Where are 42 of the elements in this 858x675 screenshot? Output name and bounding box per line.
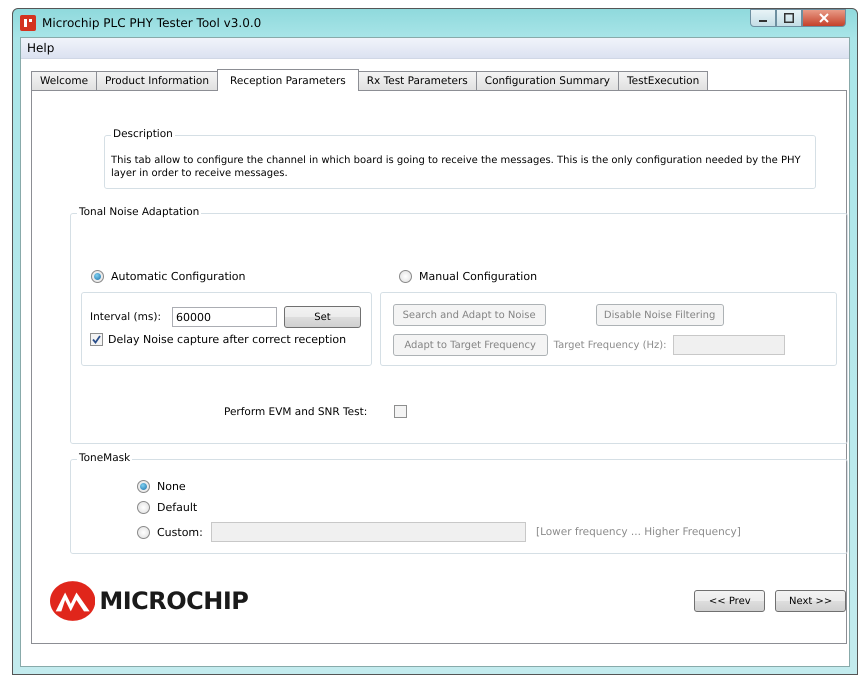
- checkbox[interactable]: [90, 333, 103, 346]
- checkbox-label: Perform EVM and SNR Test:: [224, 406, 368, 418]
- checkbox[interactable]: [394, 405, 407, 418]
- menu-item[interactable]: Help: [27, 41, 54, 55]
- field-label: Target Frequency (Hz):: [554, 340, 667, 350]
- group-title: Tonal Noise Adaptation: [77, 206, 202, 218]
- group-title: ToneMask: [77, 452, 132, 464]
- radio-label: Custom:: [157, 526, 203, 538]
- close-icon: [819, 13, 829, 23]
- radio-label: Manual Configuration: [419, 270, 538, 283]
- set-button[interactable]: Set: [284, 306, 361, 328]
- checkbox-label: Delay Noise capture after correct reception: [108, 333, 346, 346]
- tab[interactable]: Product Information: [96, 71, 218, 90]
- description-text: This tab allow to configure the channel in which board is going to receive the messages. This is the only configuration needed by the PHY layer in order to receive messages.: [111, 154, 802, 180]
- tab[interactable]: TestExecution: [618, 71, 708, 90]
- radio-button[interactable]: [137, 480, 150, 493]
- hint-text: [Lower frequency ... Higher Frequency]: [536, 526, 741, 538]
- interval-field[interactable]: 60000: [172, 307, 277, 327]
- radio-button[interactable]: [91, 270, 104, 283]
- radio-label: Automatic Configuration: [111, 270, 246, 283]
- tab[interactable]: Reception Parameters: [217, 69, 359, 91]
- next-button[interactable]: Next >>: [775, 590, 846, 612]
- window-title: Microchip PLC PHY Tester Tool v3.0.0: [42, 16, 262, 30]
- radio-label: Default: [157, 501, 198, 514]
- tab[interactable]: Welcome: [31, 71, 98, 90]
- close-button[interactable]: [802, 9, 846, 27]
- radio-button[interactable]: [137, 501, 150, 514]
- radio-button[interactable]: [137, 526, 150, 538]
- radio-button[interactable]: [399, 270, 412, 283]
- field-label: Interval (ms):: [90, 311, 162, 323]
- tab[interactable]: Configuration Summary: [476, 71, 620, 90]
- logo-icon: [50, 580, 96, 622]
- prev-button[interactable]: << Prev: [694, 590, 766, 612]
- tab[interactable]: Rx Test Parameters: [358, 71, 477, 90]
- minimize-button[interactable]: [750, 9, 776, 27]
- group-title: Description: [111, 128, 175, 141]
- minimize-icon: [759, 20, 767, 22]
- maximize-icon: [784, 13, 794, 23]
- logo-text: MICROCHIP: [99, 587, 248, 615]
- radio-label: None: [157, 480, 186, 493]
- maximize-button[interactable]: [776, 9, 802, 27]
- app-icon: [20, 15, 36, 31]
